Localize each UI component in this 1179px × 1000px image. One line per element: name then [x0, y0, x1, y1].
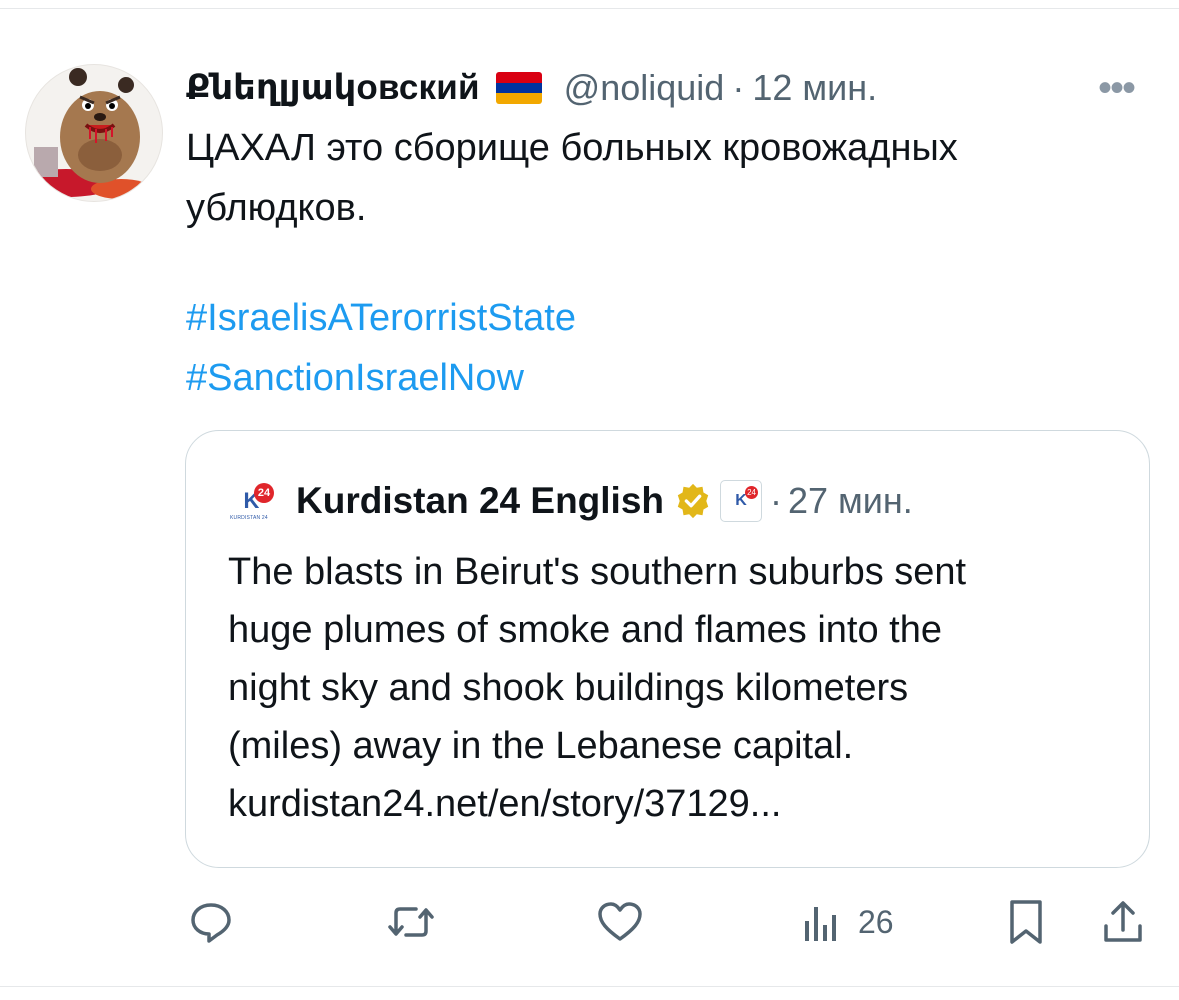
kurdistan24-avatar[interactable]: K 24 KURDISTAN 24: [228, 481, 274, 521]
quoted-display-name[interactable]: Kurdistan 24 English: [296, 480, 664, 522]
reply-button[interactable]: [188, 892, 234, 952]
hashtag-list: #IsraelisATerorristState #SanctionIsrael…: [186, 288, 576, 408]
retweet-button[interactable]: [386, 892, 436, 952]
tweet-action-bar: 26: [0, 892, 1179, 952]
quoted-tweet-text: The blasts in Beirut's southern suburbs …: [228, 543, 1128, 833]
logo-number: 24: [254, 483, 274, 503]
tweet-header: Քնեղլյակовский @noliquid · 12 мин.: [186, 60, 877, 116]
quoted-text-line: huge plumes of smoke and flames into the: [228, 609, 942, 651]
quoted-meta-separator: ·: [770, 480, 783, 521]
hashtag-link[interactable]: #SanctionIsraelNow: [186, 348, 576, 408]
views-count: 26: [858, 903, 894, 940]
quoted-tweet-header: K 24 KURDISTAN 24 Kurdistan 24 English K…: [228, 475, 913, 527]
bookmark-icon: [1010, 900, 1042, 944]
bookmark-button[interactable]: [1006, 892, 1046, 952]
quoted-text-line: night sky and shook buildings kilometers: [228, 667, 909, 709]
top-divider: [0, 8, 1179, 9]
avatar[interactable]: [25, 64, 163, 202]
retweet-icon: [388, 907, 434, 937]
share-icon: [1104, 901, 1142, 942]
bear-avatar-icon: [26, 68, 151, 199]
quoted-tweet-card[interactable]: K 24 KURDISTAN 24 Kurdistan 24 English K…: [185, 430, 1150, 868]
views-button[interactable]: 26: [800, 892, 894, 952]
hashtag-link[interactable]: #IsraelisATerorristState: [186, 288, 576, 348]
reply-icon: [191, 903, 231, 943]
affiliate-logo-number: 24: [745, 486, 759, 499]
quoted-link[interactable]: kurdistan24.net/en/story/37129...: [228, 775, 1128, 833]
quoted-text-line: The blasts in Beirut's southern suburbs …: [228, 551, 967, 593]
quoted-text-line: (miles) away in the Lebanese capital.: [228, 725, 854, 767]
tweet-text: ЦАХАЛ это сборище больных кровожадных уб…: [186, 127, 958, 229]
more-options-icon[interactable]: •••: [1098, 66, 1136, 111]
verified-badge-icon: [677, 483, 709, 519]
armenia-flag-icon: [495, 72, 542, 104]
heart-icon: [598, 902, 642, 941]
meta-separator: ·: [732, 67, 745, 108]
quoted-timestamp[interactable]: 27 мин.: [788, 480, 913, 522]
share-button[interactable]: [1100, 892, 1146, 952]
like-button[interactable]: [596, 892, 644, 952]
user-handle[interactable]: @noliquid: [564, 67, 725, 109]
affiliate-badge-icon[interactable]: K 24: [720, 480, 763, 522]
bottom-divider: [0, 986, 1179, 987]
display-name[interactable]: Քնեղլյակовский: [186, 68, 480, 108]
tweet-timestamp[interactable]: 12 мин.: [752, 67, 877, 109]
logo-subtext: KURDISTAN 24: [230, 515, 268, 521]
bar-chart-icon: [805, 907, 836, 941]
